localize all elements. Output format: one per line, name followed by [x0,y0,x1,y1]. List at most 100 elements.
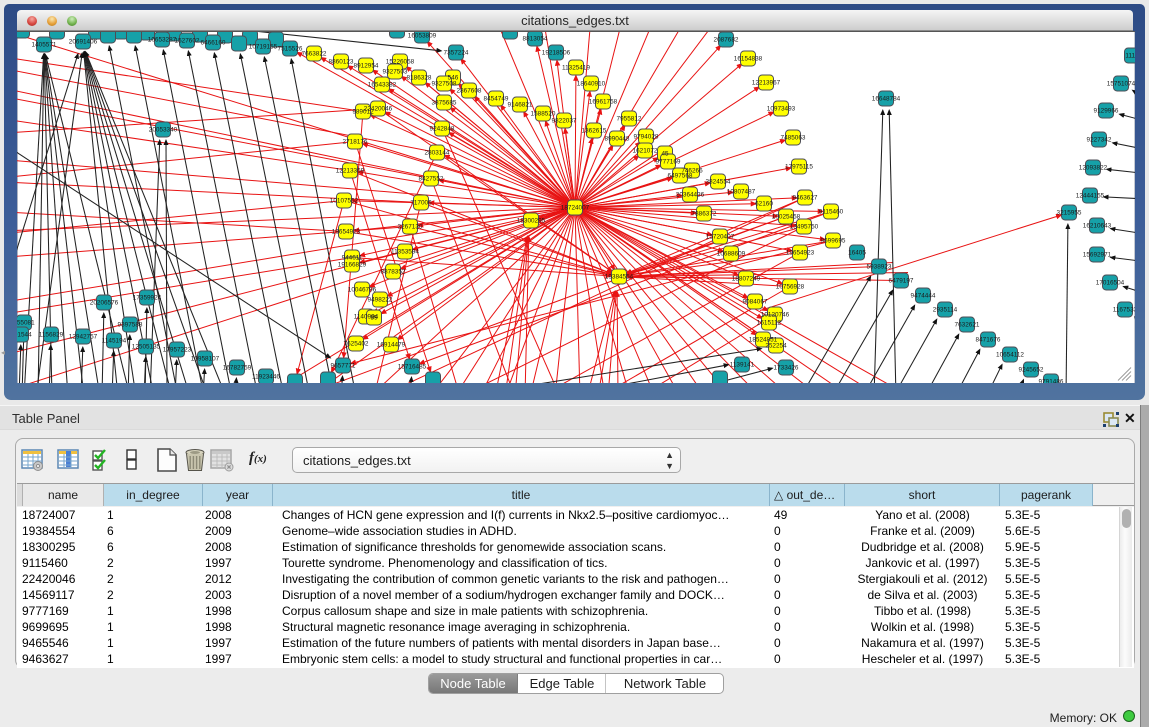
svg-text:455081: 455081 [17,320,35,327]
svg-text:17957223: 17957223 [163,347,192,354]
svg-text:17016504: 17016504 [1096,280,1125,287]
svg-text:15226058: 15226058 [386,59,415,66]
svg-text:45: 45 [661,151,669,158]
svg-text:8454749: 8454749 [484,96,509,103]
svg-text:18640910: 18640910 [577,81,606,88]
svg-text:9699695: 9699695 [821,238,846,245]
svg-text:19218506: 19218506 [542,50,571,57]
svg-text:8912954: 8912954 [354,63,379,70]
svg-text:1615112: 1615112 [757,320,782,327]
svg-text:7357224: 7357224 [444,50,469,57]
svg-text:7886372: 7886372 [692,211,717,218]
svg-text:9242848: 9242848 [430,126,455,133]
svg-text:3875685: 3875685 [432,100,457,107]
svg-text:2935114: 2935114 [933,307,958,314]
svg-text:6466160: 6466160 [201,40,226,47]
svg-text:3824554: 3824554 [706,179,731,186]
svg-text:20206576: 20206576 [90,300,119,307]
svg-text:12444155: 12444155 [1076,193,1105,200]
svg-text:13495750: 13495750 [790,224,819,231]
svg-text:9327508: 9327508 [432,81,457,88]
svg-text:18300295: 18300295 [517,218,546,225]
svg-text:3267130: 3267130 [398,224,423,231]
svg-text:19654923: 19654923 [786,250,815,257]
svg-text:9146821: 9146821 [508,102,533,109]
svg-text:1588520: 1588520 [531,111,556,118]
svg-text:15720407: 15720407 [706,234,735,241]
svg-text:11353594: 11353594 [391,249,419,256]
svg-text:20364436: 20364436 [676,192,705,199]
svg-text:3215955: 3215955 [1057,210,1082,217]
svg-text:16914479: 16914479 [377,342,406,349]
svg-text:9498222: 9498222 [368,297,393,304]
svg-text:12093822: 12093822 [1079,165,1108,172]
svg-text:62160: 62160 [755,201,773,208]
svg-text:8860123: 8860123 [329,59,354,66]
svg-text:10719155: 10719155 [249,44,278,51]
svg-text:18807249: 18807249 [732,276,761,283]
svg-text:1527602: 1527602 [175,38,200,45]
svg-text:6497568: 6497568 [668,173,693,180]
svg-text:12213369: 12213369 [336,168,365,175]
svg-text:11325419: 11325419 [562,65,590,72]
svg-text:252254: 252254 [765,343,787,350]
svg-text:10046796: 10046796 [348,287,377,294]
svg-text:19166829: 19166829 [338,262,367,269]
svg-text:9822037: 9822037 [552,118,577,125]
svg-text:10107552: 10107552 [330,198,359,205]
svg-text:20053340: 20053340 [149,127,178,134]
svg-text:2803144: 2803144 [425,150,450,157]
svg-text:89: 89 [370,315,378,322]
svg-text:7663822: 7663822 [302,51,327,58]
svg-text:15751074: 15751074 [1107,81,1135,88]
svg-text:16053809: 16053809 [408,33,437,40]
svg-text:10654112: 10654112 [996,352,1024,359]
svg-text:9463627: 9463627 [793,195,818,202]
svg-text:8878352: 8878352 [381,269,406,276]
svg-text:1733426: 1733426 [774,365,799,372]
svg-text:1156829: 1156829 [39,332,64,339]
svg-text:10120746: 10120746 [761,312,790,319]
svg-text:1139141: 1139141 [730,362,755,369]
svg-text:2087682: 2087682 [714,37,739,44]
svg-text:17359924: 17359924 [133,295,162,302]
svg-text:944611: 944611 [342,255,363,262]
svg-text:8427552: 8427552 [419,176,444,183]
svg-text:7485063: 7485063 [781,135,806,142]
svg-text:8471676: 8471676 [976,337,1001,344]
svg-text:989012: 989012 [352,109,374,116]
svg-text:1145194: 1145194 [102,338,127,345]
svg-text:12213967: 12213967 [752,80,781,87]
svg-text:19654923: 19654923 [332,229,361,236]
svg-text:16405: 16405 [848,250,866,257]
svg-text:7515526: 7515526 [278,46,303,53]
svg-text:16961758: 16961758 [589,99,618,106]
svg-text:9474444: 9474444 [911,293,936,300]
svg-text:7955812: 7955812 [617,116,642,123]
svg-text:10973493: 10973493 [767,106,796,113]
svg-text:17975115: 17975115 [785,164,813,171]
svg-text:1405571: 1405571 [32,42,57,49]
svg-text:2867608: 2867608 [457,88,482,95]
svg-text:12505135: 12505135 [132,344,161,351]
svg-text:9115460: 9115460 [819,209,844,216]
svg-text:9791486: 9791486 [1039,379,1064,383]
svg-text:9084067: 9084067 [743,299,768,306]
svg-text:15692971: 15692971 [1083,252,1112,259]
svg-text:9327503: 9327503 [383,69,408,76]
svg-text:16154838: 16154838 [734,56,763,63]
svg-text:18724007: 18724007 [561,205,590,212]
svg-text:7625402: 7625402 [344,341,369,348]
svg-text:9245652: 9245652 [1019,367,1044,374]
svg-text:2718176: 2718176 [343,139,368,146]
svg-text:6479197: 6479197 [889,278,914,285]
svg-text:8813054: 8813054 [523,36,548,43]
svg-text:10958107: 10958107 [191,356,220,363]
svg-text:9129966: 9129966 [1094,108,1119,115]
svg-text:15716485: 15716485 [398,364,427,371]
svg-text:19384554: 19384554 [605,274,634,281]
svg-text:10653287: 10653287 [148,37,177,44]
svg-text:1167533: 1167533 [1113,307,1135,314]
svg-text:8990448: 8990448 [605,136,630,143]
svg-text:9657771: 9657771 [331,363,356,370]
